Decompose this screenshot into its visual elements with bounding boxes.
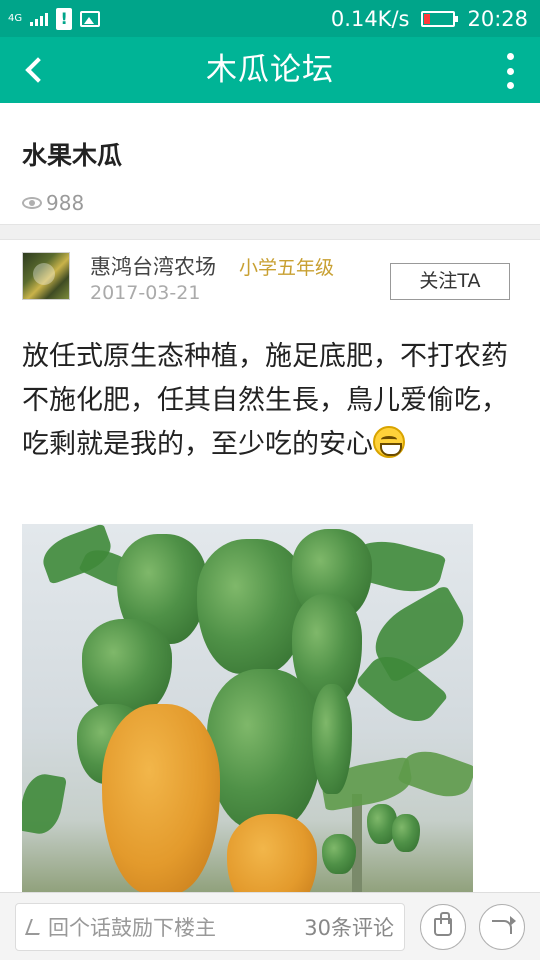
view-count: 988 <box>22 191 84 215</box>
more-dot <box>506 82 514 89</box>
share-icon <box>492 916 516 934</box>
comment-placeholder: 回个话鼓励下楼主 <box>48 916 216 940</box>
grin-emoji-icon <box>373 426 405 458</box>
clock: 20:28 <box>467 6 528 31</box>
back-arrow-icon <box>25 57 51 83</box>
network-indicator: 4G <box>8 12 23 24</box>
comment-input[interactable]: 回个话鼓励下楼主 30条评论 <box>15 903 405 951</box>
post-body-text: 放任式原生态种植，施足底肥，不打农药不施化肥，任其自然生長，鳥儿爱偷吃，吃剩就是… <box>22 341 508 460</box>
comment-count[interactable]: 30条评论 <box>304 912 394 942</box>
post-body: 放任式原生态种植，施足底肥，不打农药不施化肥，任其自然生長，鳥儿爱偷吃，吃剩就是… <box>22 335 522 467</box>
alert-icon: ! <box>56 7 73 30</box>
share-button[interactable] <box>479 904 525 950</box>
post-date: 2017-03-21 <box>90 282 201 304</box>
more-options-button[interactable] <box>498 51 522 91</box>
more-dot <box>506 67 514 75</box>
author-level-badge: 小学五年级 <box>239 257 335 279</box>
app-header: 木瓜论坛 <box>0 37 540 103</box>
more-dot <box>506 53 514 60</box>
page-title: 木瓜论坛 <box>206 52 334 88</box>
screen: 4G ! 0.14K/s 20:28 木瓜论坛 水果木瓜 988 惠鸿台湾农场 … <box>0 0 540 960</box>
avatar[interactable] <box>22 252 70 300</box>
signal-icon <box>30 12 49 26</box>
network-speed: 0.14K/s <box>330 6 410 31</box>
like-button[interactable] <box>420 904 466 950</box>
image-icon <box>80 10 101 27</box>
status-bar: 4G ! 0.14K/s 20:28 <box>0 0 540 37</box>
thumbs-up-icon <box>434 912 452 936</box>
view-count-value: 988 <box>46 191 85 215</box>
follow-button[interactable]: 关注TA <box>390 263 510 300</box>
back-button[interactable] <box>14 49 54 91</box>
pencil-icon <box>25 919 45 935</box>
section-divider <box>0 224 540 240</box>
eye-icon <box>22 197 42 209</box>
bottom-action-bar: 回个话鼓励下楼主 30条评论 <box>0 892 540 960</box>
papaya-photo[interactable] <box>22 524 473 894</box>
battery-icon <box>421 10 459 27</box>
author-name[interactable]: 惠鸿台湾农场 <box>90 251 216 281</box>
post-title: 水果木瓜 <box>22 141 123 170</box>
network-label: 4G <box>8 12 23 24</box>
